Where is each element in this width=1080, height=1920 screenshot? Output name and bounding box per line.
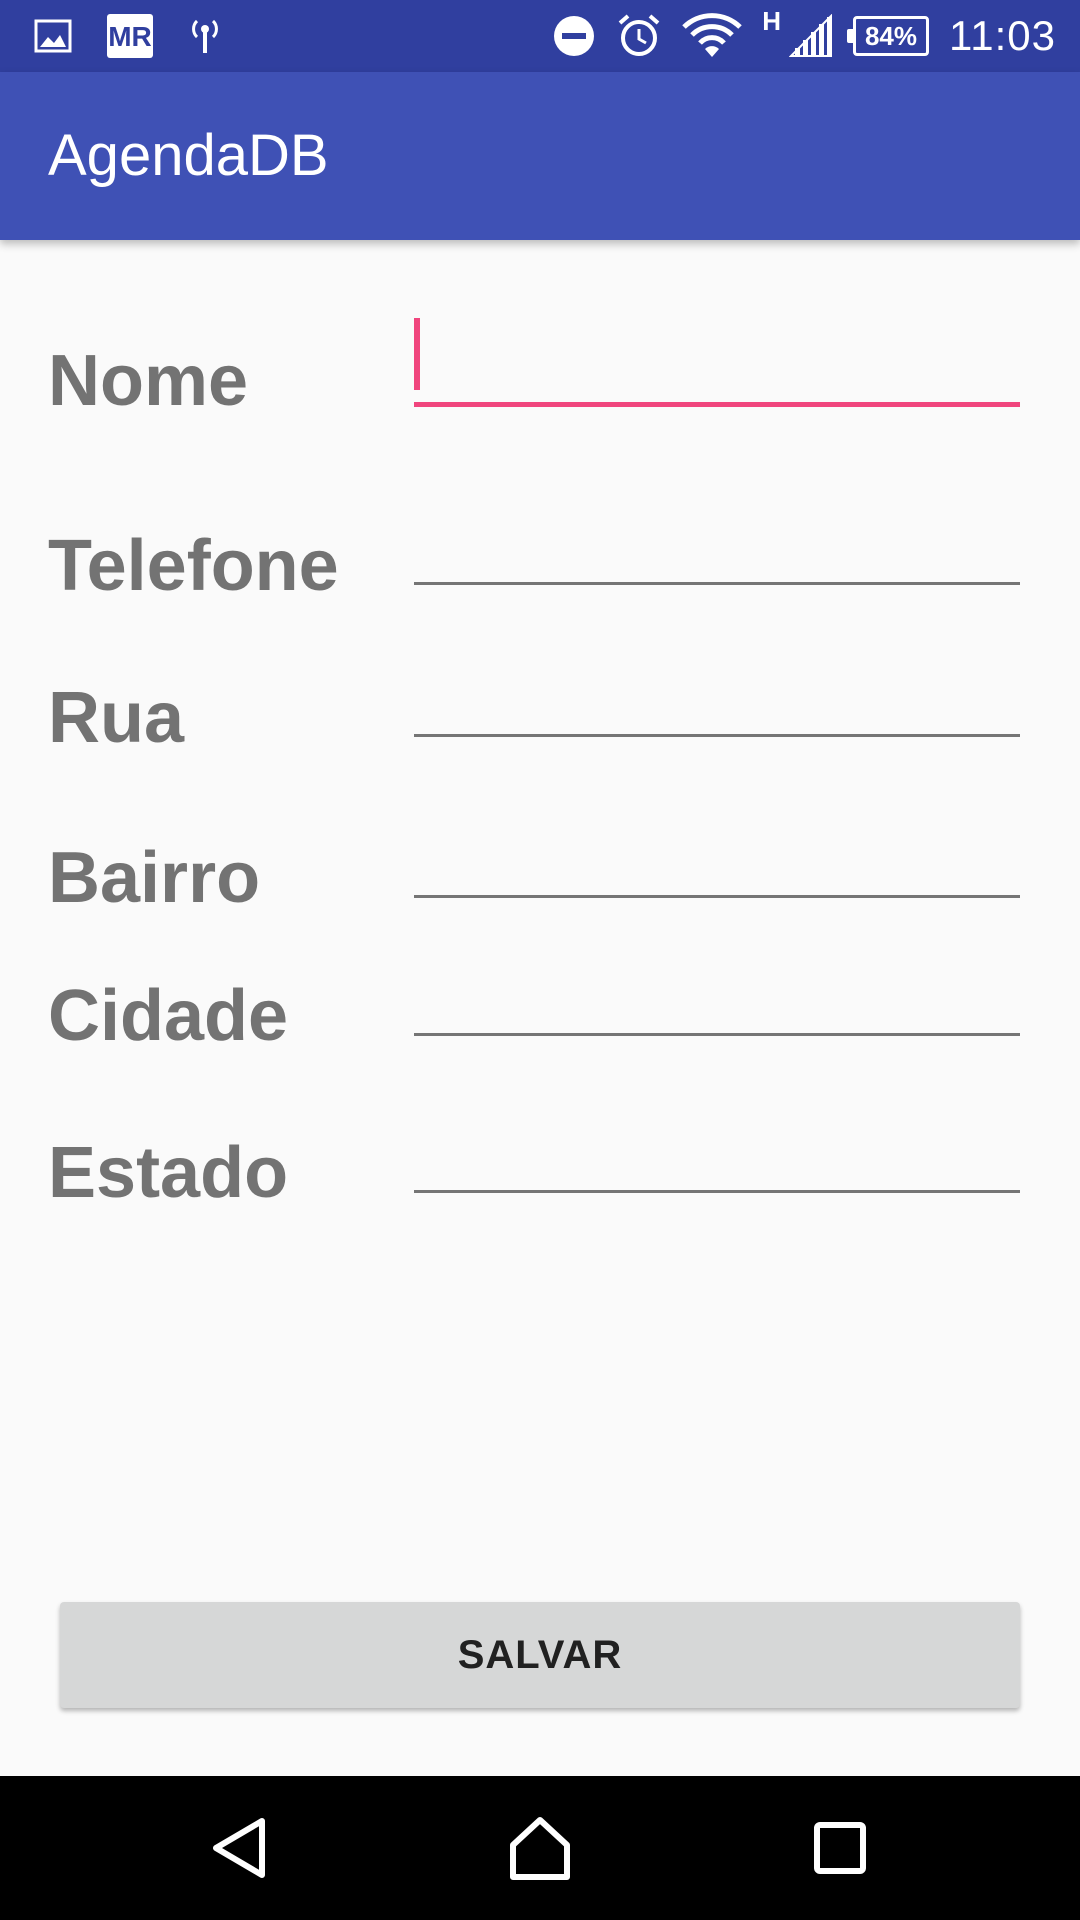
cidade-input[interactable] — [414, 953, 1020, 1036]
app-title: AgendaDB — [48, 123, 329, 188]
nome-input[interactable] — [414, 322, 1020, 407]
battery-level: 84% — [864, 20, 918, 51]
network-type: H — [762, 5, 781, 36]
app-bar: AgendaDB — [0, 72, 1080, 240]
bairro-input[interactable] — [414, 815, 1020, 898]
label-telefone: Telefone — [48, 526, 339, 606]
image-icon — [34, 19, 72, 53]
rua-input[interactable] — [414, 654, 1020, 737]
status-bar-system: H 84% 11:03 — [552, 0, 1056, 72]
label-cidade: Cidade — [48, 976, 289, 1056]
wifi-icon — [682, 13, 742, 59]
label-rua: Rua — [48, 678, 185, 758]
battery-icon: 84% — [847, 16, 929, 56]
status-bar-notifications: MR — [34, 0, 222, 72]
signal-icon — [789, 14, 833, 58]
clock: 11:03 — [949, 12, 1056, 59]
alarm-icon — [616, 13, 662, 59]
recents-icon[interactable] — [800, 1808, 880, 1888]
label-bairro: Bairro — [48, 838, 261, 918]
svg-text:MR: MR — [108, 21, 152, 52]
back-icon[interactable] — [200, 1808, 280, 1888]
text-cursor — [414, 318, 420, 390]
save-button[interactable]: SALVAR — [60, 1602, 1020, 1708]
label-estado: Estado — [48, 1133, 289, 1213]
navigation-bar — [0, 1776, 1080, 1920]
do-not-disturb-icon — [552, 14, 596, 58]
estado-input[interactable] — [414, 1110, 1020, 1193]
telefone-input[interactable] — [414, 502, 1020, 585]
home-icon[interactable] — [500, 1808, 580, 1888]
mr-app-icon: MR — [106, 13, 154, 59]
label-nome: Nome — [48, 341, 249, 421]
status-bar: MR H 84% 11:03 — [0, 0, 1080, 72]
antenna-icon — [188, 17, 222, 55]
